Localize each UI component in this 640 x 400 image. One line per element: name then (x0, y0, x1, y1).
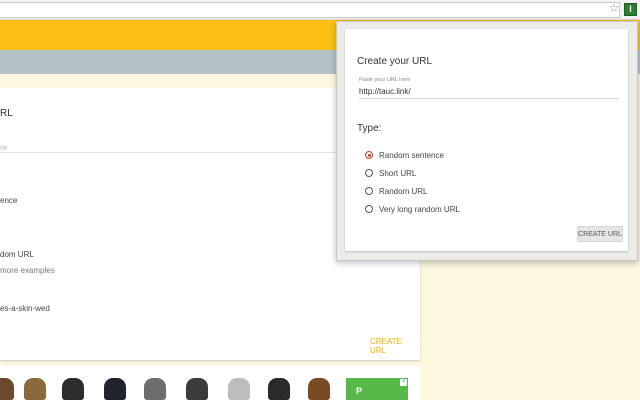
address-bar[interactable] (0, 2, 620, 18)
create-url-card: Create your URL Paste your URL here Type… (345, 29, 628, 251)
card-create-url-link[interactable]: CREATE URL (370, 337, 420, 355)
extension-icon[interactable]: I (624, 3, 637, 16)
option-random-url[interactable]: Random URL (365, 185, 427, 197)
product-thumbnail[interactable] (0, 378, 14, 400)
url-input[interactable] (359, 85, 619, 99)
type-label: Type: (357, 123, 382, 134)
card-slug-example: es-a-skin-wed (0, 304, 50, 313)
option-label: Random URL (379, 186, 428, 196)
card-more-examples[interactable]: more examples (0, 266, 55, 275)
option-random-sentence[interactable]: Random sentence (365, 149, 444, 161)
product-thumbnail[interactable] (24, 378, 46, 400)
radio-icon[interactable] (365, 187, 373, 195)
url-field-label: Paste your URL here (359, 77, 411, 83)
option-very-long-random-url[interactable]: Very long random URL (365, 203, 460, 215)
card-option-random-url: dom URL (0, 250, 34, 259)
popup-title: Create your URL (357, 56, 433, 67)
bookmark-star-icon[interactable]: ☆ (608, 2, 620, 14)
ad-text: P (356, 386, 363, 396)
browser-toolbar: ☆ I (0, 0, 640, 20)
product-thumbnail[interactable] (308, 378, 330, 400)
product-thumbnail[interactable] (144, 378, 166, 400)
product-thumbnail[interactable] (268, 378, 290, 400)
option-label: Random sentence (379, 150, 444, 160)
option-short-url[interactable]: Short URL (365, 167, 416, 179)
create-url-button[interactable]: CREATE URL (577, 226, 623, 242)
option-label: Very long random URL (379, 204, 460, 214)
radio-icon[interactable] (365, 169, 373, 177)
radio-selected-icon[interactable] (365, 151, 373, 159)
card-title: RL (0, 108, 13, 119)
product-thumbnail[interactable] (104, 378, 126, 400)
product-thumbnail[interactable] (228, 378, 250, 400)
card-url-hint: re (0, 143, 8, 152)
radio-icon[interactable] (365, 205, 373, 213)
extension-popup: Create your URL Paste your URL here Type… (336, 21, 638, 261)
product-thumbnail[interactable] (62, 378, 84, 400)
option-label: Short URL (379, 168, 417, 178)
card-option-sentence: ence (0, 196, 18, 205)
product-thumbnail[interactable] (186, 378, 208, 400)
ad-close-icon[interactable]: × (400, 379, 407, 386)
ad-banner[interactable]: P × (346, 378, 408, 400)
